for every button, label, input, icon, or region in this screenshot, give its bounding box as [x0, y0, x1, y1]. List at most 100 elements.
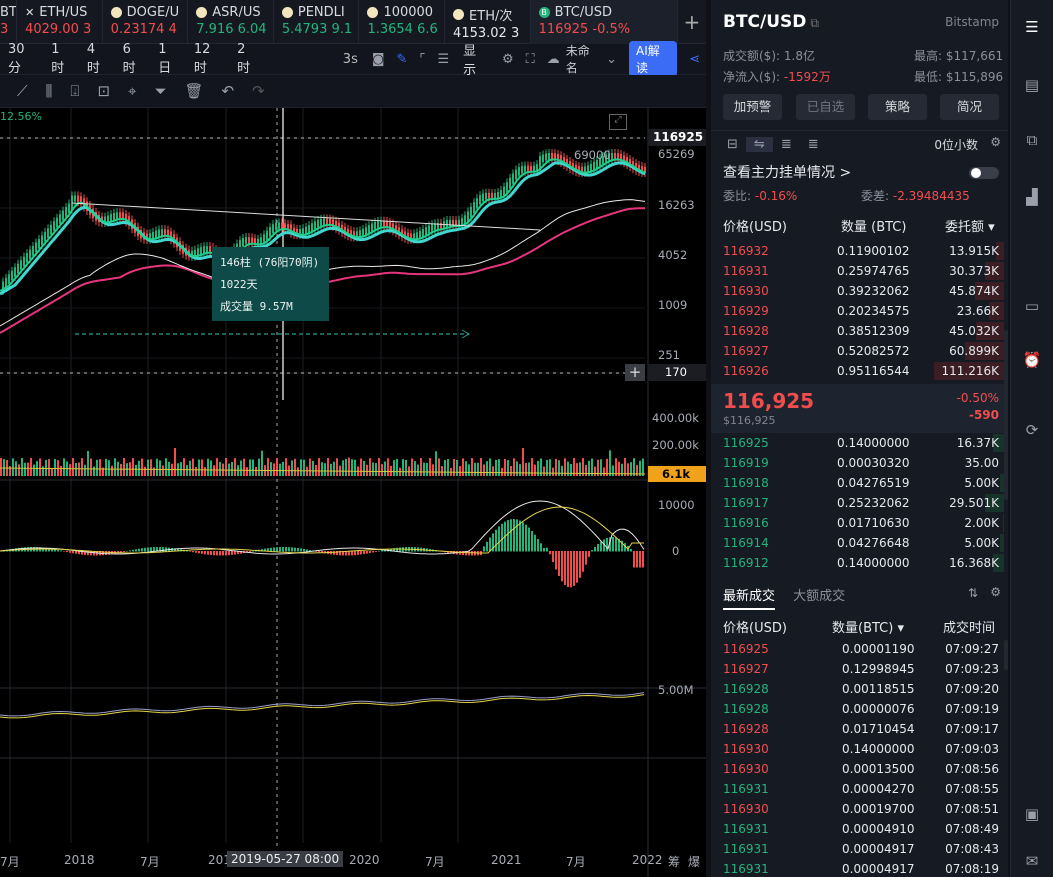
main-order-toggle[interactable]	[969, 167, 999, 179]
candle-tool-icon[interactable]: ⫼	[37, 82, 62, 100]
time-axis-label[interactable]: 筹	[668, 853, 680, 870]
time-axis-label[interactable]: 爆	[688, 853, 700, 870]
tab-3[interactable]: ASR/US 7.916 6.04	[188, 0, 274, 44]
ask-row[interactable]: 116927 0.52082572 60.899K	[711, 341, 1008, 361]
book-bids-icon[interactable]: ≣	[773, 137, 800, 152]
book-split-icon[interactable]: ⇋	[745, 137, 773, 152]
orderbook-icon[interactable]: ☰	[1022, 18, 1042, 38]
ask-row[interactable]: 116928 0.38512309 45.032K	[711, 321, 1008, 341]
share-icon[interactable]: ⋖	[683, 52, 706, 67]
volume-bar	[207, 458, 209, 476]
timeframe-0[interactable]: 30分	[0, 42, 43, 76]
tab-name: 100000	[383, 5, 434, 20]
trash-icon[interactable]: 🗑	[175, 82, 212, 100]
timeframe-6[interactable]: 2时	[229, 42, 265, 76]
bid-row[interactable]: 116919 0.00030320 35.00	[711, 453, 1008, 473]
copy-icon[interactable]: ⧉	[810, 16, 819, 30]
measure-tool-icon[interactable]: ⊡	[88, 82, 119, 100]
document-icon[interactable]: ▤	[1022, 76, 1042, 96]
volume-bar	[567, 461, 569, 476]
book-both-icon[interactable]: ⊟	[719, 137, 746, 152]
watchlist-button[interactable]: 已自选	[796, 94, 855, 120]
fullscreen-icon[interactable]: ⛶	[520, 52, 541, 67]
tab-large-trades[interactable]: 大额成交	[793, 589, 845, 604]
macd-bar	[219, 551, 221, 556]
sort-icon[interactable]: ⇅	[968, 586, 978, 600]
ask-row[interactable]: 116931 0.25974765 30.373K	[711, 261, 1008, 281]
timeframe-4[interactable]: 1日	[150, 42, 186, 76]
bid-row[interactable]: 116914 0.04276648 5.00K	[711, 533, 1008, 553]
tab-5[interactable]: 100000 1.3654 6.6	[359, 0, 446, 44]
timeframe-2[interactable]: 4时	[79, 42, 115, 76]
swap-icon[interactable]: ⟳	[1022, 421, 1042, 441]
template-icon[interactable]: ⌜	[413, 52, 431, 67]
layout-name[interactable]: 未命名	[566, 42, 600, 76]
ask-row[interactable]: 116929 0.20234575 23.66K	[711, 301, 1008, 321]
candle-body	[29, 249, 31, 260]
main-order-link[interactable]: 查看主力挂单情况 >	[723, 162, 851, 182]
tab-4[interactable]: PENDLI 5.4793 9.1	[274, 0, 360, 44]
chart-bars-icon[interactable]: ▟	[1022, 188, 1042, 208]
macd-bar	[318, 551, 320, 553]
list-icon[interactable]: ☰	[431, 52, 455, 67]
tab-6[interactable]: ETH/次 4153.02 3	[445, 0, 531, 44]
settings-icon[interactable]: ⚙	[496, 52, 520, 67]
expand-icon[interactable]: ⤢	[609, 114, 627, 130]
cloud-icon[interactable]: ☁	[541, 52, 566, 67]
alarm-icon[interactable]: ⏰	[1022, 351, 1042, 371]
copy-icon[interactable]: ⧉	[1022, 131, 1042, 151]
layout-icon[interactable]: ▣	[1022, 805, 1042, 825]
bid-row[interactable]: 116918 0.04276519 5.00K	[711, 473, 1008, 493]
timeframe-5[interactable]: 12时	[186, 42, 229, 76]
tab-1[interactable]: ✕ ETH/US 4029.00 3	[17, 0, 103, 44]
precision-select[interactable]: 0位小数	[934, 136, 978, 153]
ai-analysis-button[interactable]: AI解读	[628, 41, 678, 77]
tab-0[interactable]: BT 3	[0, 0, 18, 44]
pen-icon[interactable]: ✎	[390, 52, 413, 67]
alert-button[interactable]: 加预警	[723, 94, 782, 120]
chevron-down-icon[interactable]: ⌄	[600, 52, 623, 67]
bid-row[interactable]: 116917 0.25232062 29.501K	[711, 493, 1008, 513]
ob-total-header[interactable]: 委托额 ▾	[945, 216, 995, 235]
book-asks-icon[interactable]: ≣	[800, 137, 827, 152]
refresh-interval[interactable]: 3s	[335, 52, 366, 67]
trades-scrollbar[interactable]	[1004, 640, 1008, 670]
volume-bar	[534, 464, 536, 476]
redo-icon[interactable]: ↷	[243, 82, 274, 100]
timeframe-3[interactable]: 6时	[115, 42, 151, 76]
tab-7[interactable]: B BTC/USD 116925 -0.5%	[530, 0, 678, 44]
bar-tool-icon[interactable]: ⍗	[61, 82, 88, 100]
overview-button[interactable]: 简况	[940, 94, 999, 120]
eth-card-icon[interactable]: ▭	[1022, 297, 1042, 317]
chart-canvas[interactable]: 65269 16263 4052 1009 251 69000 400.00k 200.00k…	[0, 108, 706, 877]
volume-bar	[561, 465, 563, 476]
volume-bar	[396, 458, 398, 476]
settings-icon[interactable]: ⚙	[990, 135, 1001, 149]
ask-row[interactable]: 116932 0.11900102 13.915K	[711, 241, 1008, 261]
bid-row[interactable]: 116925 0.14000000 16.37K	[711, 433, 1008, 453]
tab-latest-trades[interactable]: 最新成交	[723, 589, 776, 610]
camera-icon[interactable]: ◙	[366, 52, 391, 67]
comment-icon[interactable]: ✉	[1022, 852, 1042, 872]
bid-row[interactable]: 116912 0.14000000 16.368K	[711, 553, 1008, 573]
close-icon[interactable]: ✕	[25, 6, 34, 19]
bid-row[interactable]: 116916 0.01710630 2.00K	[711, 513, 1008, 533]
orderbook-scrollbar[interactable]	[1004, 330, 1008, 500]
ask-row[interactable]: 116926 0.95116544 111.216K	[711, 361, 1008, 381]
magnet-tool-icon[interactable]: ⌖	[119, 82, 145, 100]
line-tool-icon[interactable]: ⟋	[8, 82, 37, 100]
add-order-icon[interactable]: +	[625, 364, 645, 381]
kline-chart[interactable]: 65269 16263 4052 1009 251 69000 400.00k 200.00k…	[0, 108, 706, 877]
tab-2[interactable]: DOGE/U 0.23174 4	[103, 0, 189, 44]
settings-icon[interactable]: ⚙	[990, 585, 1001, 599]
filter-tool-icon[interactable]: ⏷	[145, 82, 175, 100]
trade-qty-header[interactable]: 数量(BTC) ▾	[832, 617, 904, 636]
add-tab-button[interactable]: +	[678, 0, 706, 43]
undo-icon[interactable]: ↶	[213, 82, 244, 100]
trade-tabs: 最新成交 大额成交	[723, 585, 859, 610]
timeframe-1[interactable]: 1时	[43, 42, 79, 76]
ask-row[interactable]: 116930 0.39232062 45.874K	[711, 281, 1008, 301]
candle-body	[71, 195, 73, 210]
display-button[interactable]: 显示	[455, 40, 496, 78]
strategy-button[interactable]: 策略	[868, 94, 927, 120]
